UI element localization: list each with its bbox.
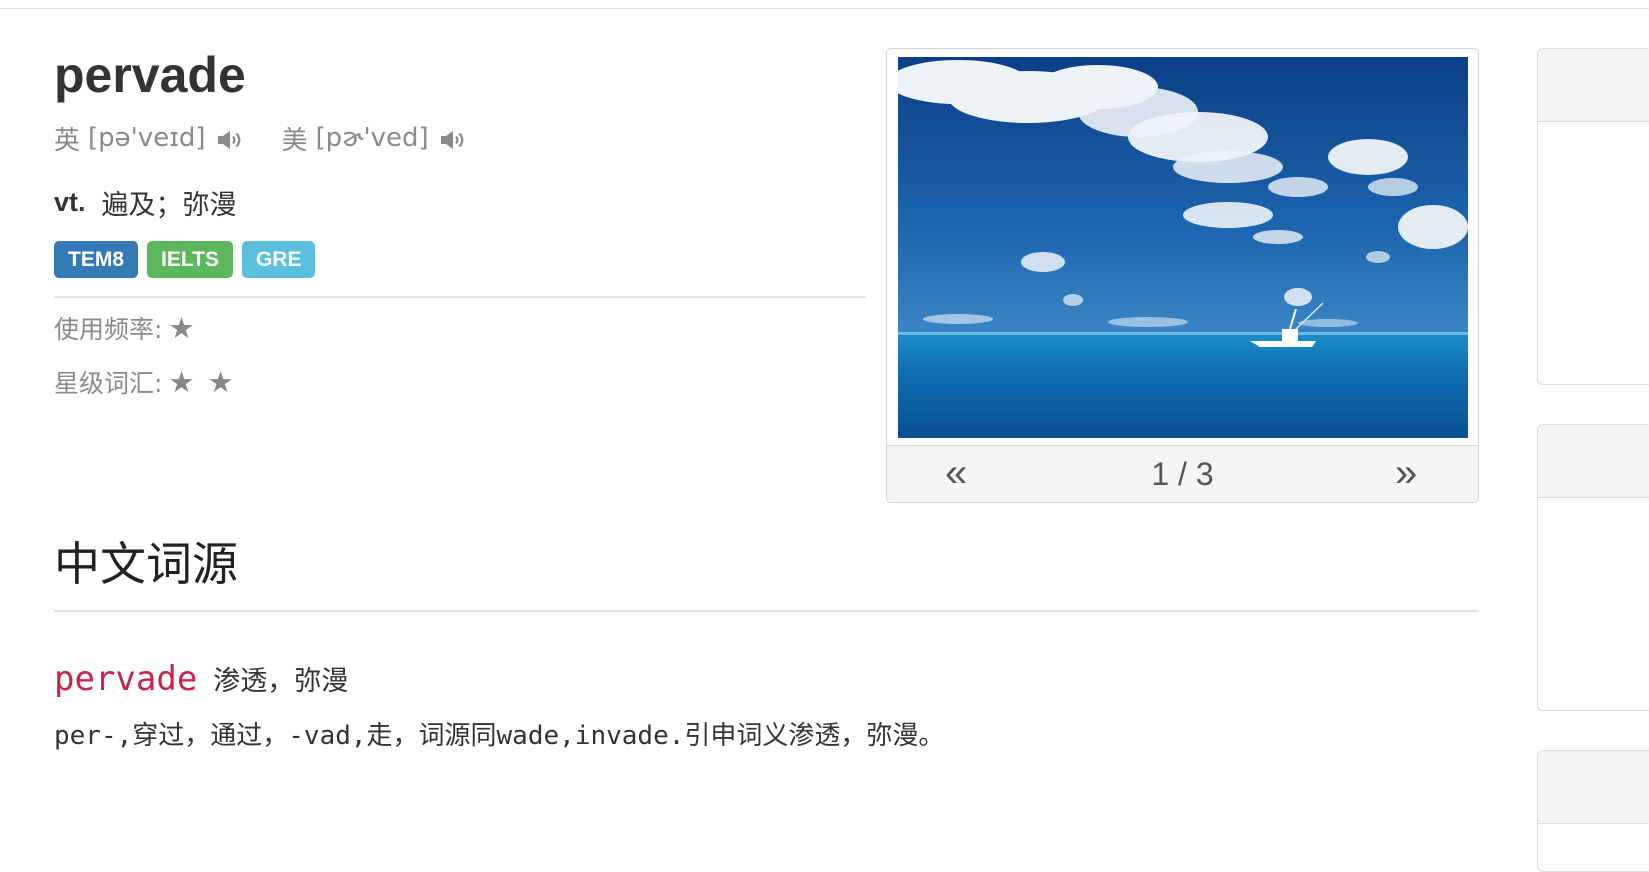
phonetic-text: [pɚ'ved] [315, 123, 429, 153]
side-panel-header [1538, 751, 1649, 824]
side-panel [1537, 424, 1649, 711]
etymology-explanation: per-,穿过，通过，-vad,走，词源同wade,invade.引申词义渗透，… [54, 721, 945, 751]
part-of-speech: vt. [54, 186, 86, 217]
definition-text: 遍及；弥漫 [101, 189, 237, 221]
image-carousel: « 1 / 3 » [886, 48, 1479, 503]
star-level-label: 星级词汇: [54, 369, 163, 398]
tag-ielts[interactable]: IELTS [147, 241, 233, 278]
etymology-headline: pervade 渗透，弥漫 [54, 659, 348, 703]
word-title: pervade [54, 47, 246, 103]
carousel-image [898, 57, 1468, 438]
etymology-title: 中文词源 [54, 537, 238, 591]
speaker-icon[interactable] [216, 127, 244, 149]
frequency-label: 使用频率: [54, 315, 163, 344]
pronunciation-us: 美 [pɚ'ved] [282, 120, 467, 157]
carousel-next-button[interactable]: » [1395, 446, 1417, 502]
side-panel [1537, 48, 1649, 385]
carousel-counter: 1 / 3 [1151, 456, 1214, 492]
tag-gre[interactable]: GRE [241, 241, 316, 278]
frequency-row: 使用频率: ★ [54, 308, 196, 348]
tag-tem8[interactable]: TEM8 [54, 241, 139, 278]
pronunciation-row: 英 [pə'veɪd] 美 [pɚ'ved] [54, 118, 467, 158]
definition: vt. 遍及；弥漫 [54, 182, 237, 222]
speaker-icon[interactable] [439, 127, 467, 149]
region-label: 美 [281, 124, 308, 155]
region-label: 英 [54, 124, 81, 155]
frequency-stars: ★ [168, 311, 197, 345]
side-panel-header [1538, 49, 1649, 122]
pronunciation-uk: 英 [pə'veɪd] [54, 120, 244, 157]
section-divider [54, 610, 1479, 612]
etymology-word: pervade [54, 659, 198, 699]
phonetic-text: [pə'veɪd] [88, 123, 206, 153]
top-rule [0, 0, 1649, 9]
divider [54, 296, 866, 298]
etymology-gloss: 渗透，弥漫 [213, 666, 349, 697]
star-level-stars: ★ ★ [168, 365, 236, 399]
star-level-row: 星级词汇: ★ ★ [54, 362, 236, 402]
side-panel [1537, 750, 1649, 872]
side-panel-header [1538, 425, 1649, 498]
carousel-controls: « 1 / 3 » [887, 445, 1478, 502]
exam-tags: TEM8 IELTS GRE [54, 241, 324, 278]
